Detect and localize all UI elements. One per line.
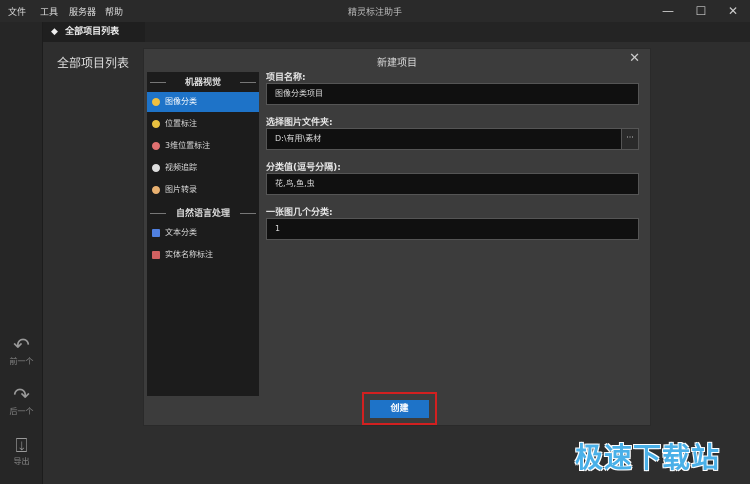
category-group-nlp: 自然语言处理 xyxy=(147,206,259,219)
project-name-label: 项目名称: xyxy=(266,73,306,83)
per-image-input[interactable]: 1 xyxy=(266,218,639,240)
text-class-icon xyxy=(152,229,160,237)
left-nav-bar: ↶ 前一个 ↷ 后一个 ⍗ 导出 xyxy=(0,22,43,484)
transcribe-icon xyxy=(152,186,160,194)
folder-input[interactable]: D:\有用\素材 xyxy=(266,128,622,150)
close-window-button[interactable]: ✕ xyxy=(722,2,744,20)
folder-label: 选择图片文件夹: xyxy=(266,118,333,128)
category-item-position[interactable]: 位置标注 xyxy=(147,114,259,134)
maximize-button[interactable]: ☐ xyxy=(690,2,712,20)
project-name-input[interactable]: 图像分类项目 xyxy=(266,83,639,105)
classes-label: 分类值(逗号分隔): xyxy=(266,163,341,173)
tab-strip xyxy=(145,22,750,42)
create-button[interactable]: 创建 xyxy=(370,400,429,418)
title-bar: 文件 工具 服务器 帮助 精灵标注助手 — ☐ ✕ xyxy=(0,0,750,22)
category-item-video-track[interactable]: 视频追踪 xyxy=(147,158,259,178)
browse-button[interactable]: ··· xyxy=(621,128,639,150)
category-group-vision: 机器视觉 xyxy=(147,75,259,88)
video-track-icon xyxy=(152,164,160,172)
category-item-entity[interactable]: 实体名称标注 xyxy=(147,245,259,265)
position-icon xyxy=(152,120,160,128)
new-project-dialog: 新建项目 ✕ 机器视觉 图像分类 位置标注 3维位置标注 视频追踪 图片转录 自… xyxy=(143,48,651,426)
app-title: 精灵标注助手 xyxy=(347,8,402,18)
dialog-title: 新建项目 xyxy=(377,58,417,69)
per-image-label: 一张图几个分类: xyxy=(266,208,333,218)
3d-position-icon xyxy=(152,142,160,150)
category-item-image-classification[interactable]: 图像分类 xyxy=(147,92,259,112)
export-label: 导出 xyxy=(13,457,30,466)
dialog-close-icon[interactable]: ✕ xyxy=(629,51,640,66)
next-button[interactable]: ↷ 后一个 xyxy=(0,384,43,417)
diamond-icon: ◆ xyxy=(51,27,58,37)
next-label: 后一个 xyxy=(9,407,34,416)
category-panel: 机器视觉 图像分类 位置标注 3维位置标注 视频追踪 图片转录 自然语言处理 文… xyxy=(147,72,259,396)
prev-label: 前一个 xyxy=(9,357,34,366)
category-item-transcribe[interactable]: 图片转录 xyxy=(147,180,259,200)
export-icon: ⍗ xyxy=(15,433,28,457)
tab-all-projects[interactable]: ◆ 全部项目列表 xyxy=(43,22,145,42)
category-item-text-class[interactable]: 文本分类 xyxy=(147,223,259,243)
watermark-logo: 极速下载站 xyxy=(575,441,721,474)
prev-button[interactable]: ↶ 前一个 xyxy=(0,334,43,367)
classes-input[interactable]: 花,鸟,鱼,虫 xyxy=(266,173,639,195)
minimize-button[interactable]: — xyxy=(657,2,679,20)
entity-icon xyxy=(152,251,160,259)
page-title: 全部项目列表 xyxy=(57,56,130,70)
category-item-3d-position[interactable]: 3维位置标注 xyxy=(147,136,259,156)
redo-arrow-icon: ↷ xyxy=(13,383,30,407)
undo-arrow-icon: ↶ xyxy=(13,333,30,357)
export-button[interactable]: ⍗ 导出 xyxy=(0,434,43,467)
tab-label: 全部项目列表 xyxy=(65,27,120,37)
image-class-icon xyxy=(152,98,160,106)
